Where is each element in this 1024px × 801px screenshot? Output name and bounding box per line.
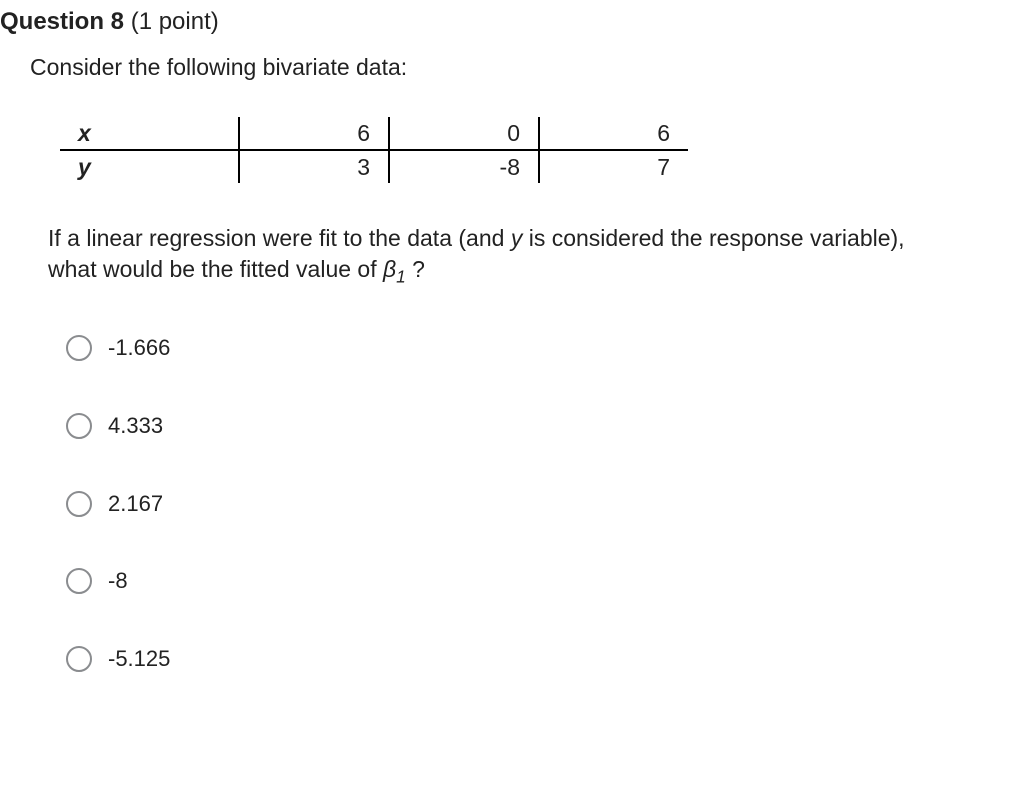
question-follow: If a linear regression were fit to the d… [30,223,1018,289]
question-prompt: Consider the following bivariate data: [30,52,1018,83]
follow-text: ? [406,256,425,282]
table-row: y 3 -8 7 [60,150,688,183]
table-label-x: x [60,117,239,150]
table-cell: 6 [239,117,389,150]
table-cell: 3 [239,150,389,183]
options-group: -1.666 4.333 2.167 -8 -5.125 [30,333,1018,673]
option-label: -8 [108,566,128,596]
option-label: -1.666 [108,333,170,363]
table-cell: 6 [539,117,688,150]
follow-text: If a linear regression were fit to the d… [48,225,511,251]
radio-icon [66,568,92,594]
question-title: Question 8 [0,8,124,35]
table-cell: 7 [539,150,688,183]
beta-subscript: 1 [396,267,406,287]
question-points: (1 point) [131,8,219,35]
option-label: 4.333 [108,411,163,441]
data-table: x 6 0 6 y 3 -8 7 [60,117,688,183]
option-3[interactable]: 2.167 [66,489,1018,519]
radio-icon [66,335,92,361]
follow-y-italic: y [511,225,523,251]
option-label: -5.125 [108,644,170,674]
table-cell: -8 [389,150,539,183]
question-header: Question 8 (1 point) [0,6,1018,38]
option-5[interactable]: -5.125 [66,644,1018,674]
option-1[interactable]: -1.666 [66,333,1018,363]
table-label-y: y [60,150,239,183]
option-2[interactable]: 4.333 [66,411,1018,441]
option-4[interactable]: -8 [66,566,1018,596]
beta-symbol: β [383,256,396,282]
radio-icon [66,413,92,439]
table-row: x 6 0 6 [60,117,688,150]
radio-icon [66,646,92,672]
table-cell: 0 [389,117,539,150]
option-label: 2.167 [108,489,163,519]
radio-icon [66,491,92,517]
